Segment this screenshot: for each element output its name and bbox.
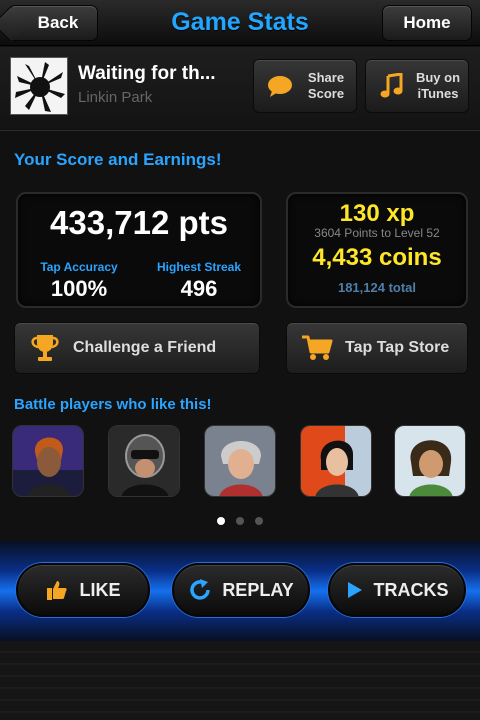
replay-button[interactable]: REPLAY <box>172 563 310 617</box>
tap-tap-store-button[interactable]: Tap Tap Store <box>286 322 468 374</box>
replay-icon <box>188 578 212 602</box>
page-dot[interactable] <box>217 517 225 525</box>
battle-heading: Battle players who like this! <box>14 396 212 413</box>
xp-value: 130 xp <box>339 200 415 227</box>
speech-bubble-icon <box>264 74 296 98</box>
trophy-icon <box>27 333 63 363</box>
footer-texture <box>0 641 480 720</box>
challenge-friend-button[interactable]: Challenge a Friend <box>14 322 260 374</box>
player-avatar[interactable] <box>300 425 372 497</box>
points-value: 433,712 pts <box>50 204 228 241</box>
play-icon <box>346 580 364 600</box>
tap-accuracy-value: 100% <box>50 276 108 301</box>
tap-accuracy-label: Tap Accuracy <box>40 260 118 274</box>
like-label: LIKE <box>79 579 121 600</box>
buy-on-itunes-button[interactable]: Buy on iTunes <box>365 59 469 113</box>
tracks-label: TRACKS <box>373 579 449 600</box>
player-avatar[interactable] <box>204 425 276 497</box>
buy-label-line1: Buy on <box>415 70 461 85</box>
share-score-button[interactable]: Share Score <box>253 59 357 113</box>
challenge-friend-label: Challenge a Friend <box>73 339 217 356</box>
player-avatar-carousel[interactable] <box>0 425 480 503</box>
thumbs-up-icon <box>45 578 69 602</box>
highest-streak-value: 496 <box>180 276 218 301</box>
song-title: Waiting for th... <box>78 63 216 84</box>
shopping-cart-icon <box>299 334 335 362</box>
coins-total: 181,124 total <box>337 280 417 295</box>
coins-value: 4,433 coins <box>312 244 442 271</box>
like-button[interactable]: LIKE <box>16 563 150 617</box>
song-info-bar: Waiting for th... Linkin Park Share Score… <box>0 47 480 131</box>
player-avatar[interactable] <box>108 425 180 497</box>
points-to-level: 3604 Points to Level 52 <box>314 226 440 240</box>
share-score-label: Share Score <box>296 70 356 102</box>
page-dot[interactable] <box>236 517 244 525</box>
nav-bar: Back Game Stats Home <box>0 0 480 46</box>
player-avatar[interactable] <box>394 425 466 497</box>
score-panel: 433,712 pts Tap Accuracy 100% Highest St… <box>16 192 262 308</box>
earnings-panel: 130 xp 3604 Points to Level 52 4,433 coi… <box>286 192 468 308</box>
tracks-button[interactable]: TRACKS <box>328 563 466 617</box>
score-heading: Your Score and Earnings! <box>14 150 222 169</box>
player-avatar[interactable] <box>12 425 84 497</box>
album-art <box>10 57 68 115</box>
tap-accuracy-stat: Tap Accuracy 100% <box>24 260 134 302</box>
share-label-line2: Score <box>307 86 345 101</box>
replay-label: REPLAY <box>222 579 294 600</box>
tap-tap-store-label: Tap Tap Store <box>345 339 450 356</box>
highest-streak-label: Highest Streak <box>156 260 242 274</box>
song-artist: Linkin Park <box>78 89 153 106</box>
buy-label-line2: iTunes <box>417 86 459 101</box>
music-note-icon <box>376 73 408 99</box>
highest-streak-stat: Highest Streak 496 <box>144 260 254 302</box>
share-label-line1: Share <box>307 70 345 85</box>
page-dot[interactable] <box>255 517 263 525</box>
carousel-page-indicator[interactable] <box>0 517 480 525</box>
buy-on-itunes-label: Buy on iTunes <box>408 70 468 102</box>
home-button[interactable]: Home <box>382 5 472 41</box>
